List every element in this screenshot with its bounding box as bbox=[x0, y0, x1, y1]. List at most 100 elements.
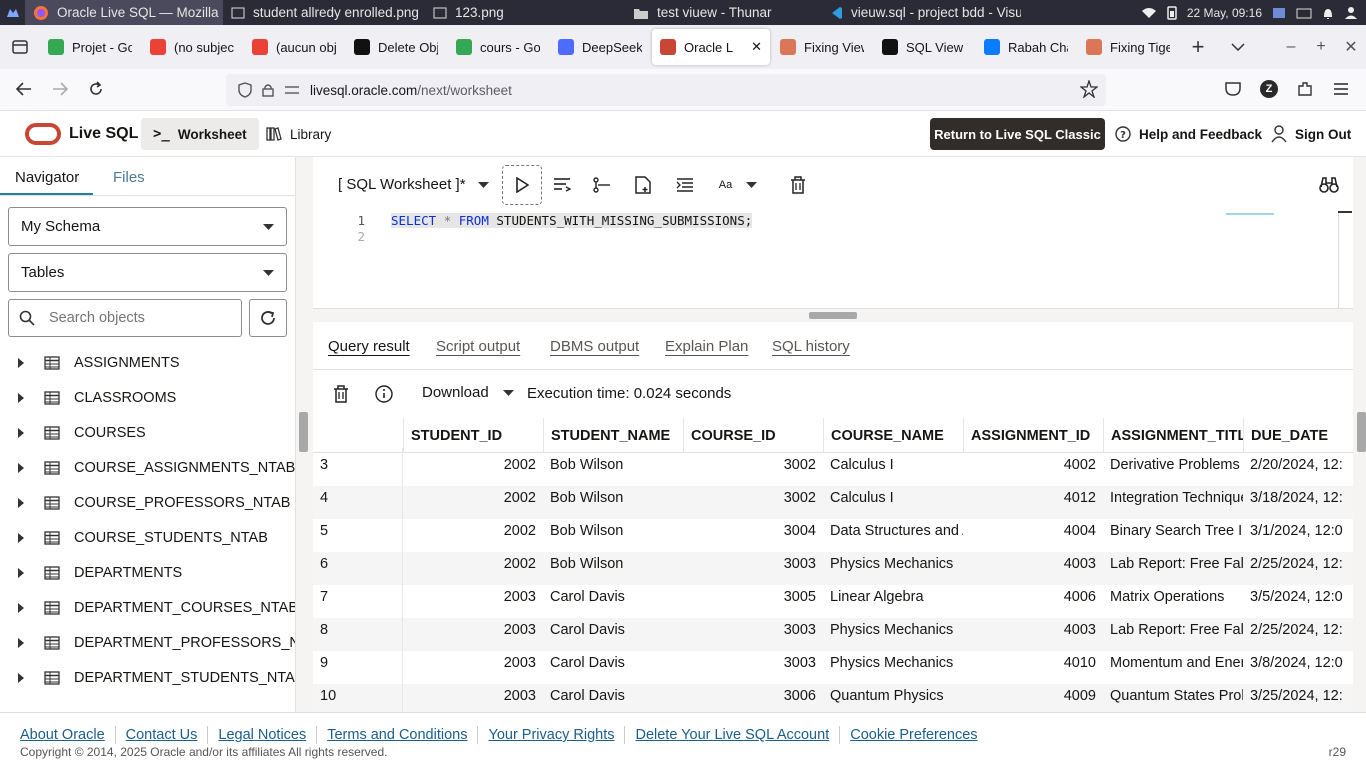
refresh-button[interactable] bbox=[249, 299, 287, 337]
table-cell[interactable]: Integration Technique bbox=[1103, 481, 1243, 514]
back-arrow-icon[interactable] bbox=[12, 77, 36, 101]
tab-files[interactable]: Files bbox=[113, 169, 145, 186]
expand-caret-icon[interactable] bbox=[18, 532, 24, 543]
oracle-logo[interactable]: Live SQL bbox=[25, 123, 138, 145]
menu-icon[interactable] bbox=[0, 0, 25, 25]
table-cell[interactable]: Lab Report: Free Fall bbox=[1103, 613, 1243, 646]
table-cell[interactable]: Carol Davis bbox=[543, 679, 683, 712]
table-cell[interactable]: 3003 bbox=[683, 547, 823, 580]
scrollbar-thumb[interactable] bbox=[1338, 211, 1352, 213]
row-number[interactable]: 6 bbox=[313, 547, 403, 580]
expand-caret-icon[interactable] bbox=[18, 602, 24, 613]
browser-tab[interactable]: Rabah Cha bbox=[976, 29, 1076, 65]
battery-icon[interactable] bbox=[1167, 5, 1177, 20]
browser-tab[interactable]: Oracle L ✕ bbox=[652, 29, 770, 65]
wifi-icon[interactable] bbox=[1141, 7, 1157, 19]
table-cell[interactable]: 2003 bbox=[403, 646, 543, 679]
download-menu-button[interactable]: Download bbox=[422, 384, 514, 401]
close-tab-icon[interactable]: ✕ bbox=[751, 39, 762, 55]
table-cell[interactable]: Carol Davis bbox=[543, 580, 683, 613]
editor-scrollbar[interactable] bbox=[1338, 211, 1339, 309]
info-icon[interactable] bbox=[373, 383, 395, 405]
expand-caret-icon[interactable] bbox=[18, 357, 24, 368]
expand-caret-icon[interactable] bbox=[18, 637, 24, 648]
table-cell[interactable]: 2003 bbox=[403, 580, 543, 613]
tree-item-table[interactable]: COURSE_ASSIGNMENTS_NTAB bbox=[18, 450, 295, 485]
hamburger-menu-icon[interactable] bbox=[1330, 77, 1352, 101]
table-cell[interactable]: 4006 bbox=[963, 580, 1103, 613]
screenshot-icon[interactable] bbox=[1272, 6, 1286, 20]
permissions-icon[interactable] bbox=[284, 84, 300, 96]
browser-tab[interactable]: Fixing Tige bbox=[1078, 29, 1178, 65]
table-cell[interactable]: 2002 bbox=[403, 547, 543, 580]
taskbar-task-image-1[interactable]: student allredy enrolled.png bbox=[223, 0, 425, 25]
taskbar-task-firefox[interactable]: Oracle Live SQL — Mozilla Fi... bbox=[25, 0, 223, 25]
panel-splitter[interactable] bbox=[295, 157, 313, 712]
schema-select[interactable]: My Schema bbox=[8, 207, 287, 246]
tree-item-table[interactable]: DEPARTMENTS bbox=[18, 555, 182, 590]
run-script-button[interactable] bbox=[542, 165, 582, 205]
table-cell[interactable]: Linear Algebra bbox=[823, 580, 963, 613]
user-icon[interactable] bbox=[1344, 6, 1358, 20]
footer-link[interactable]: Contact Us bbox=[126, 727, 198, 743]
tree-item-table[interactable]: DEPARTMENT_PROFESSORS_NTA bbox=[18, 625, 295, 660]
url-bar[interactable]: livesql.oracle.com/next/worksheet bbox=[226, 74, 1106, 106]
row-number[interactable]: 5 bbox=[313, 514, 403, 547]
expand-caret-icon[interactable] bbox=[18, 567, 24, 578]
explain-plan-button[interactable] bbox=[582, 165, 622, 205]
tab-overview-icon[interactable] bbox=[0, 29, 40, 65]
table-cell[interactable]: Physics Mechanics bbox=[823, 613, 963, 646]
expand-caret-icon[interactable] bbox=[18, 392, 24, 403]
browser-tab[interactable]: (aucun obj bbox=[244, 29, 344, 65]
return-to-classic-button[interactable]: Return to Live SQL Classic bbox=[930, 118, 1105, 150]
table-cell[interactable]: Derivative Problems bbox=[1103, 448, 1243, 481]
footer-link[interactable]: Legal Notices bbox=[218, 727, 306, 743]
row-number[interactable]: 10 bbox=[313, 679, 403, 712]
table-cell[interactable]: 3002 bbox=[683, 448, 823, 481]
table-cell[interactable]: Matrix Operations bbox=[1103, 580, 1243, 613]
tab-script-output[interactable]: Script output bbox=[436, 338, 520, 355]
account-avatar[interactable]: Z bbox=[1258, 77, 1280, 101]
table-cell[interactable]: Bob Wilson bbox=[543, 514, 683, 547]
notification-bell-icon[interactable] bbox=[1322, 6, 1334, 20]
row-number[interactable]: 3 bbox=[313, 448, 403, 481]
reload-icon[interactable] bbox=[84, 77, 108, 101]
table-cell[interactable]: Quantum Physics bbox=[823, 679, 963, 712]
table-cell[interactable]: 3/8/2024, 12:0 bbox=[1243, 646, 1353, 679]
table-cell[interactable]: 4003 bbox=[963, 547, 1103, 580]
row-number[interactable]: 9 bbox=[313, 646, 403, 679]
table-cell[interactable]: 3/5/2024, 12:0 bbox=[1243, 580, 1353, 613]
row-number[interactable]: 8 bbox=[313, 613, 403, 646]
table-cell[interactable]: 4012 bbox=[963, 481, 1103, 514]
sign-out-button[interactable]: Sign Out bbox=[1263, 118, 1359, 150]
table-cell[interactable]: 3006 bbox=[683, 679, 823, 712]
footer-link[interactable]: Cookie Preferences bbox=[850, 727, 977, 743]
minimize-window-icon[interactable]: – bbox=[1276, 38, 1306, 56]
table-cell[interactable]: 2/25/2024, 12: bbox=[1243, 547, 1353, 580]
table-cell[interactable]: 2003 bbox=[403, 613, 543, 646]
lock-icon[interactable] bbox=[262, 83, 274, 97]
browser-tab[interactable]: cours - Go bbox=[448, 29, 548, 65]
table-cell[interactable]: 2/20/2024, 12: bbox=[1243, 448, 1353, 481]
worksheet-nav-button[interactable]: >_ Worksheet bbox=[141, 118, 259, 150]
table-cell[interactable]: Physics Mechanics bbox=[823, 547, 963, 580]
search-objects-field[interactable] bbox=[8, 299, 242, 337]
table-cell[interactable]: 4004 bbox=[963, 514, 1103, 547]
footer-link[interactable]: Your Privacy Rights bbox=[488, 727, 614, 743]
shield-icon[interactable] bbox=[238, 82, 252, 98]
expand-caret-icon[interactable] bbox=[18, 462, 24, 473]
table-cell[interactable]: Lab Report: Free Fall bbox=[1103, 547, 1243, 580]
table-cell[interactable]: Quantum States Prob bbox=[1103, 679, 1243, 712]
table-cell[interactable]: 3002 bbox=[683, 481, 823, 514]
taskbar-task-vscode[interactable]: vieuw.sql - project bdd - Visu... bbox=[821, 0, 1021, 25]
table-cell[interactable]: 2002 bbox=[403, 514, 543, 547]
tree-item-table[interactable]: COURSE_PROFESSORS_NTAB bbox=[18, 485, 290, 520]
table-cell[interactable]: Binary Search Tree In bbox=[1103, 514, 1243, 547]
forward-arrow-icon[interactable] bbox=[48, 77, 72, 101]
help-feedback-button[interactable]: ? Help and Feedback bbox=[1107, 118, 1270, 150]
table-cell[interactable]: Bob Wilson bbox=[543, 547, 683, 580]
table-cell[interactable]: 3003 bbox=[683, 646, 823, 679]
table-cell[interactable]: Calculus I bbox=[823, 448, 963, 481]
browser-tab[interactable]: (no subjec bbox=[142, 29, 242, 65]
font-size-button[interactable]: Aa bbox=[713, 165, 763, 205]
